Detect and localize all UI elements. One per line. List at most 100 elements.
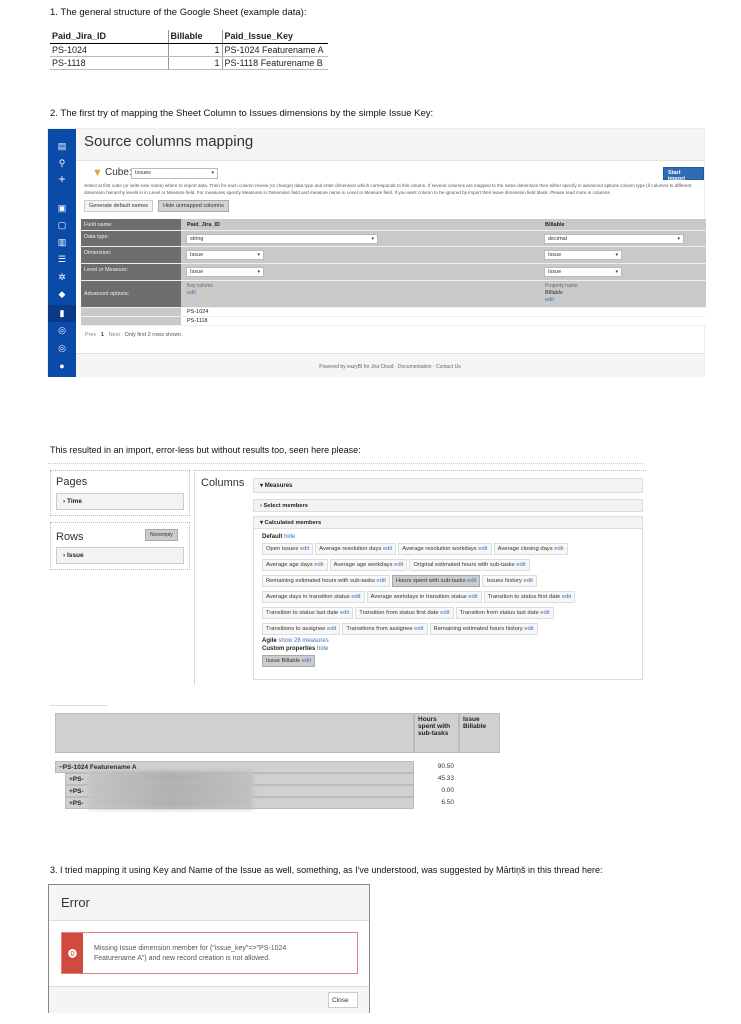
start-import-button[interactable]: Start import <box>663 167 704 182</box>
measure-chip[interactable]: Remaining estimated hours with sub-tasks… <box>262 575 390 587</box>
measure-chip[interactable]: Original estimated hours with sub-tasks … <box>409 559 530 571</box>
chip-label: Transition to status last date <box>266 610 339 616</box>
level-select[interactable]: Issue <box>544 267 622 277</box>
edit-link[interactable]: edit <box>545 297 554 303</box>
report-icon[interactable]: ▥ <box>48 237 76 248</box>
settings-icon[interactable]: ◎ <box>48 325 76 336</box>
measure-chip[interactable]: Transition to status last date edit <box>262 607 354 619</box>
help-icon[interactable]: ● <box>48 361 76 371</box>
show-measures-link[interactable]: show 28 measures <box>278 638 328 644</box>
edit-link[interactable]: edit <box>524 626 533 632</box>
edit-link[interactable]: edit <box>187 290 196 296</box>
nonempty-button[interactable]: Nonempty <box>145 529 178 541</box>
edit-link[interactable]: edit <box>314 562 323 568</box>
result-heading: This resulted in an import, error-less b… <box>50 445 361 455</box>
column-name: Billable <box>545 222 565 228</box>
folder-icon[interactable]: ▢ <box>48 220 76 231</box>
measure-chip[interactable]: Average resolution workdays edit <box>398 543 492 555</box>
close-button[interactable]: Close <box>328 992 358 1008</box>
edit-link[interactable]: edit <box>467 578 476 584</box>
next-link[interactable]: Next <box>109 332 120 338</box>
edit-link[interactable]: edit <box>562 594 571 600</box>
row-label: Level or Measure: <box>81 264 181 280</box>
measure-chip[interactable]: Transition from status last date edit <box>455 607 554 619</box>
advanced-value: Billable <box>545 290 563 296</box>
measures-header[interactable]: ▾ Measures <box>253 478 643 493</box>
cube-select[interactable]: Issues <box>131 168 218 179</box>
pivot-column-header[interactable]: Hours spent with sub-tasks <box>414 713 459 753</box>
edit-link[interactable]: edit <box>516 562 525 568</box>
dimension-select[interactable]: Issue <box>186 250 264 260</box>
edit-link[interactable]: edit <box>300 546 309 552</box>
measure-chip[interactable]: Average age workdays edit <box>329 559 408 571</box>
sheet-cell: PS-1024 <box>50 43 168 57</box>
edit-link[interactable]: edit <box>383 546 392 552</box>
data-type-select[interactable]: decimal <box>544 234 684 244</box>
pages-item-time[interactable]: › Time <box>56 493 184 510</box>
rows-item-issue[interactable]: › Issue <box>56 547 184 564</box>
measure-chip[interactable]: Average workdays in transition status ed… <box>366 591 482 603</box>
item-label: Issue <box>66 552 84 559</box>
edit-link[interactable]: edit <box>327 626 336 632</box>
hide-unmapped-columns-button[interactable]: Hide unmapped columns <box>158 200 229 212</box>
edit-link[interactable]: edit <box>540 610 549 616</box>
pivot-value: 45.33 <box>437 775 454 782</box>
hide-link[interactable]: hide <box>317 646 328 652</box>
edit-link[interactable]: edit <box>468 594 477 600</box>
edit-link[interactable]: edit <box>377 578 386 584</box>
calculated-members-header[interactable]: ▾ Calculated members <box>253 516 643 529</box>
documentation-link[interactable]: Documentation <box>398 364 432 370</box>
measure-chip[interactable]: Transitions from assignee edit <box>342 623 428 635</box>
prev-link[interactable]: Prev <box>85 332 96 338</box>
measure-chip[interactable]: Average days in transition status edit <box>262 591 365 603</box>
dimension-row: Dimension: Issue Issue <box>81 247 706 264</box>
edit-link[interactable]: edit <box>340 610 349 616</box>
measure-chip[interactable]: Average resolution days edit <box>315 543 397 555</box>
dimension-select[interactable]: Issue <box>544 250 622 260</box>
measure-chip-issue-billable[interactable]: Issue Billable edit <box>262 655 316 667</box>
measure-chip[interactable]: Issues history edit <box>482 575 537 587</box>
chip-label: Average closing days <box>497 546 553 552</box>
custom-properties-label: Custom properties <box>262 646 316 652</box>
source-mapping-screenshot: ▤ ⚲ + ▣ ▢ ▥ ☰ ✲ ◆ ▮ ◎ ◎ ● Source columns… <box>47 128 706 377</box>
edit-link[interactable]: edit <box>478 546 487 552</box>
measure-chip[interactable]: Hours spent with sub-tasks edit <box>391 575 481 587</box>
measure-chip[interactable]: Open issues edit <box>262 543 314 555</box>
measure-chip[interactable]: Remaining estimated hours history edit <box>429 623 538 635</box>
sheet-cell: PS-1024 Featurename A <box>221 43 328 57</box>
hierarchy-icon[interactable]: ☰ <box>48 254 76 265</box>
search-icon[interactable]: ⚲ <box>48 158 76 169</box>
settings-icon[interactable]: ◎ <box>48 343 76 354</box>
generate-default-names-button[interactable]: Generate default names <box>84 200 154 212</box>
edit-link[interactable]: edit <box>394 562 403 568</box>
level-select[interactable]: Issue <box>186 267 264 277</box>
edit-link[interactable]: edit <box>414 626 423 632</box>
data-type-select[interactable]: string <box>186 234 378 244</box>
edit-link[interactable]: edit <box>440 610 449 616</box>
select-members-header[interactable]: › Select members <box>253 499 643 512</box>
edit-link[interactable]: edit <box>302 658 311 664</box>
edit-link[interactable]: edit <box>351 594 360 600</box>
item-label: Time <box>66 498 83 505</box>
sheet-header: Billable <box>167 30 222 44</box>
edit-link[interactable]: edit <box>524 578 533 584</box>
document-icon[interactable]: ▤ <box>48 141 76 152</box>
hide-link[interactable]: hide <box>284 534 295 540</box>
advanced-caption: Key column <box>187 283 214 289</box>
gear-icon[interactable]: ✲ <box>48 272 76 283</box>
measure-chip[interactable]: Average age days edit <box>262 559 328 571</box>
dashboard-icon[interactable]: ▣ <box>48 203 76 214</box>
chip-label: Average resolution days <box>319 546 382 552</box>
sheet-row: PS-1024 1 PS-1024 Featurename A <box>50 43 328 57</box>
measure-chip[interactable]: Transition to status first date edit <box>483 591 576 603</box>
page-number[interactable]: 1 <box>101 332 104 338</box>
measure-chip[interactable]: Transition from status first date edit <box>355 607 454 619</box>
plus-icon[interactable]: + <box>48 172 76 186</box>
edit-link[interactable]: edit <box>554 546 563 552</box>
pivot-column-header[interactable]: Issue Billable <box>459 713 500 753</box>
cube-icon[interactable]: ◆ <box>48 289 76 300</box>
measure-chip[interactable]: Transitions to assignee edit <box>262 623 341 635</box>
chart-icon[interactable]: ▮ <box>48 305 76 322</box>
measure-chip[interactable]: Average closing days edit <box>493 543 568 555</box>
contact-link[interactable]: Contact Us <box>436 364 461 370</box>
